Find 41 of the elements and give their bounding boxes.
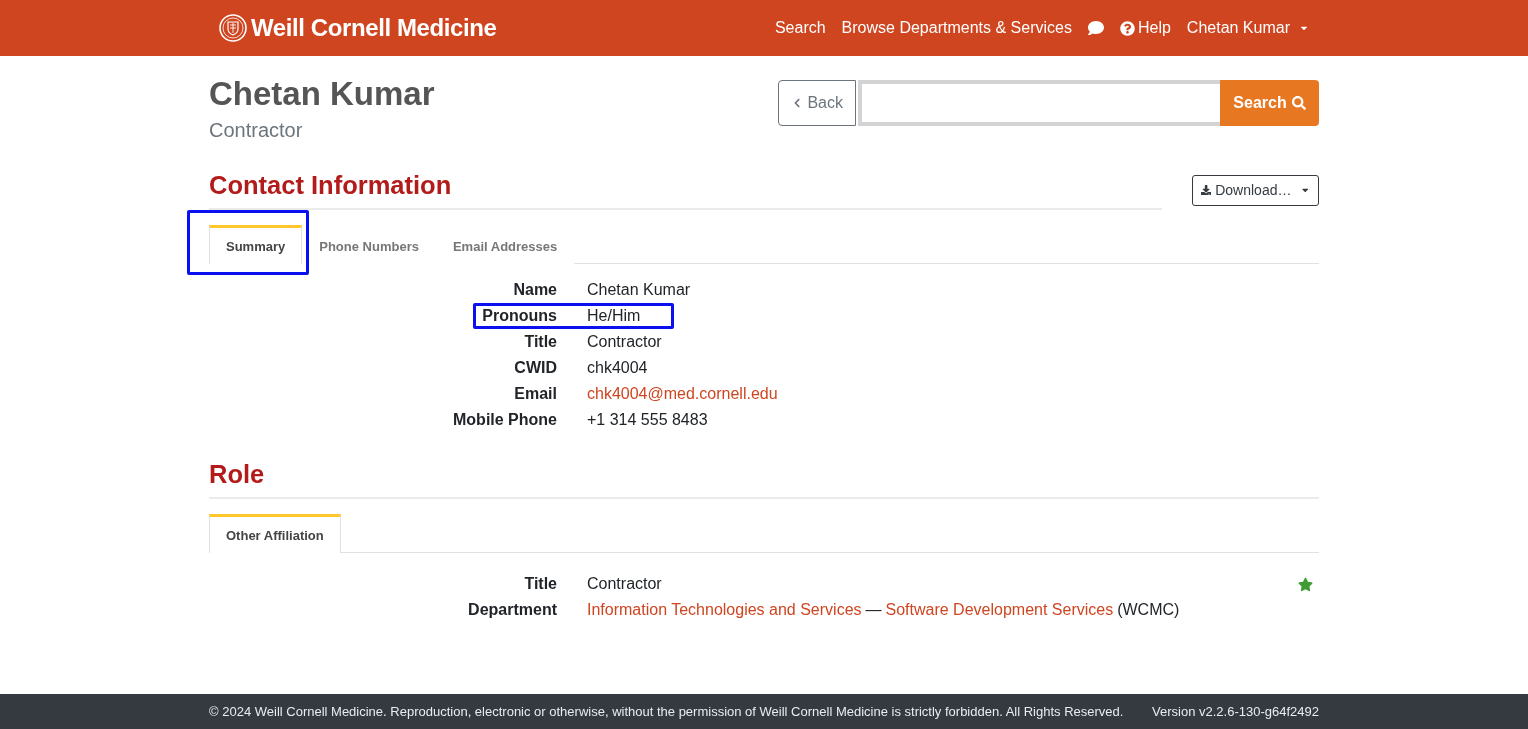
speech-bubble-icon [1087,20,1104,36]
nav-link[interactable]: Search [766,11,834,45]
section-heading: Role [209,459,1319,499]
user-menu[interactable]: Chetan Kumar [1178,11,1317,45]
field-label: Title [524,332,557,352]
field-label: Name [513,280,557,300]
chevron-left-icon [792,98,803,108]
version-text: Version v2.2.6-130-g64f2492 [1152,704,1319,719]
field-value: +1 314 555 8483 [587,410,708,430]
help-link[interactable]: Help [1111,11,1179,45]
tab[interactable]: Other Affiliation [209,514,341,553]
tab[interactable]: Summary [209,225,303,264]
field-label: Mobile Phone [453,410,557,430]
seal-icon [219,14,247,42]
field-label: Pronouns [482,306,557,326]
email-link[interactable]: chk4004@med.cornell.edu [587,381,778,407]
download-icon [1201,184,1212,196]
field-label: CWID [514,358,557,378]
value-text: — [865,600,882,620]
field-value: Contractor [587,332,662,352]
value-text: (WCMC) [1117,600,1180,620]
field-value: Chetan Kumar [587,280,691,300]
search-button[interactable]: Search [1220,80,1319,126]
search-field[interactable] [858,80,1220,126]
department-link[interactable]: Information Technologies and Services [587,597,862,623]
search-icon [1291,96,1306,110]
field-value: He/Him [587,306,641,326]
section-heading: Contact Information [209,170,1162,210]
person-name: Chetan Kumar [209,74,435,114]
field-value: chk4004 [587,358,648,378]
brand-name[interactable]: Weill Cornell Medicine [251,14,497,42]
nav-link[interactable]: Browse Departments & Services [833,11,1080,45]
field-label: Email [514,384,557,404]
back-button[interactable]: Back [778,80,856,126]
department-link[interactable]: Software Development Services [885,597,1114,623]
field-label: Title [524,574,557,594]
value-text: Contractor [587,574,662,594]
download-button[interactable]: Download… [1192,174,1319,206]
field-label: Department [468,600,557,620]
copyright-text: © 2024 Weill Cornell Medicine. Reproduction, electronic or otherwise, without the permission of Weill Cornell Medicine is strictly forbidden. All Rights Reserved. [209,704,1124,719]
person-title: Contractor [209,118,303,142]
